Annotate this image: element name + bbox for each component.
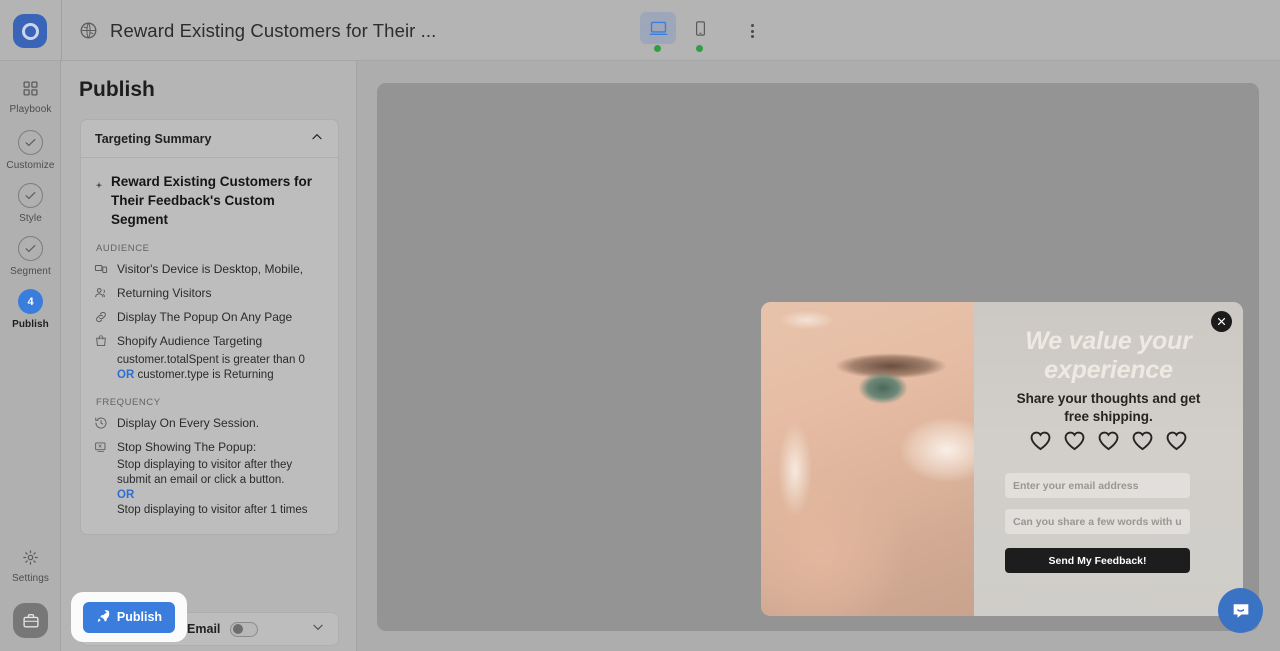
shopify-rule-2: customer.type is Returning [137,369,274,381]
segment-name: Reward Existing Customers for Their Feed… [111,174,313,227]
send-feedback-button[interactable]: Send My Feedback! [1005,548,1190,573]
sidebar-item-settings[interactable]: Settings [0,546,61,584]
left-nav-rail: Playbook Customize Style Segment 4 Publi… [0,61,61,651]
shopify-rule-2-row: OR customer.type is Returning [117,368,324,383]
heart-outline-icon[interactable] [1097,430,1120,451]
audience-rule-shopify: Shopify Audience Targeting [94,333,324,349]
users-icon [94,286,108,300]
step-number-badge: 4 [18,289,43,314]
check-circle-icon [18,183,43,208]
sidebar-item-label: Customize [6,160,55,171]
publish-panel: Publish Targeting Summary Reward Existin… [61,61,357,651]
chat-bubble-icon[interactable] [1218,588,1263,633]
audience-section-label: AUDIENCE [96,243,150,254]
audience-rule-page: Display The Popup On Any Page [94,309,324,325]
frequency-rule-session: Display On Every Session. [94,415,324,431]
clock-history-icon [94,416,108,430]
audience-rule-device: Visitor's Device is Desktop, Mobile, [94,261,324,277]
email-field[interactable]: Enter your email address [1005,473,1190,498]
sparkle-icon [94,177,104,196]
toolbar-divider [61,0,62,61]
device-icon [94,262,108,276]
sidebar-item-label: Settings [12,573,49,584]
or-label: OR [117,489,135,501]
heart-outline-icon[interactable] [1063,430,1086,451]
rule-text: Display On Every Session. [117,416,260,430]
panel-title: Publish [79,78,155,101]
heart-outline-icon[interactable] [1165,430,1188,451]
segment-name-row: Reward Existing Customers for Their Feed… [94,172,324,229]
sidebar-item-playbook[interactable]: Playbook [0,77,61,115]
rule-text: Stop Showing The Popup: [117,440,257,454]
publish-action-card: Publish [71,592,187,642]
gear-icon [20,546,42,568]
popup-heading: We value your experience [1025,327,1192,384]
chevron-down-icon[interactable] [311,620,325,639]
sidebar-item-segment[interactable]: Segment [0,236,61,277]
globe-icon [79,21,98,40]
frequency-section-label: FREQUENCY [96,397,161,408]
shopify-bag-icon [94,334,108,348]
heart-outline-icon[interactable] [1131,430,1154,451]
rule-text: Visitor's Device is Desktop, Mobile, [117,262,304,276]
panel-divider [356,61,357,651]
logo-mark [21,22,39,40]
rule-text: Returning Visitors [117,286,212,300]
publish-button-label: Publish [116,610,163,624]
rule-text: Display The Popup On Any Page [117,310,293,324]
grid-icon [20,77,42,99]
shopify-rule-1: customer.totalSpent is greater than 0 [117,354,305,366]
kebab-menu-icon[interactable] [740,19,764,43]
sidebar-item-customize[interactable]: Customize [0,130,61,171]
sidebar-item-label: Style [19,213,42,224]
audience-rule-returning: Returning Visitors [94,285,324,301]
top-bar: Reward Existing Customers for Their ... [0,0,1280,61]
sidebar-item-label: Segment [10,266,51,277]
sidebar-item-label: Publish [12,319,49,330]
stop-popup-icon [94,440,108,454]
frequency-rule-stop: Stop Showing The Popup: [94,439,324,455]
autoresponder-toggle[interactable] [230,621,259,637]
page-title: Reward Existing Customers for Their ... [110,20,437,41]
desktop-status-dot [654,45,661,52]
sidebar-item-style[interactable]: Style [0,183,61,224]
link-icon [94,310,108,324]
targeting-summary-header[interactable]: Targeting Summary [81,120,338,158]
heart-outline-icon[interactable] [1029,430,1052,451]
targeting-summary-body: Reward Existing Customers for Their Feed… [81,158,338,534]
targeting-summary-card: Targeting Summary Reward Existing Custom… [80,119,339,535]
popup-preview: We value your experience Share your thou… [761,302,1243,616]
briefcase-icon[interactable] [13,603,48,638]
popup-subheading: Share your thoughts and get free shippin… [1016,391,1201,424]
stop-rule-2: Stop displaying to visitor after 1 times [117,504,308,516]
check-circle-icon [18,130,43,155]
targeting-summary-title: Targeting Summary [95,131,212,146]
or-label: OR [117,369,135,381]
check-circle-icon [18,236,43,261]
rating-hearts[interactable] [974,430,1243,451]
sidebar-item-label: Playbook [9,104,52,115]
popup-content: We value your experience Share your thou… [974,302,1243,616]
rocket-icon [96,609,110,626]
sidebar-item-publish[interactable]: 4 Publish [0,289,61,330]
stop-rule-1: Stop displaying to visitor after they su… [117,459,293,486]
message-field[interactable]: Can you share a few words with u [1005,509,1190,534]
popup-image [761,302,974,616]
rule-text: Shopify Audience Targeting [117,334,263,348]
chevron-up-icon[interactable] [310,130,324,147]
publish-button[interactable]: Publish [83,601,175,633]
popupsmart-logo-icon[interactable] [13,14,47,48]
mobile-status-dot [696,45,703,52]
mobile-icon[interactable] [682,12,718,44]
desktop-icon[interactable] [640,12,676,44]
